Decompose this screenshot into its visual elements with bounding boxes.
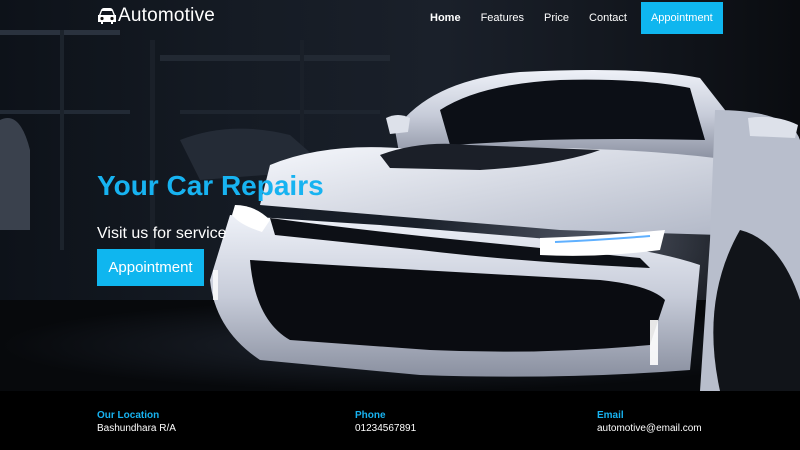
hero-title: Your Car Repairs bbox=[97, 170, 324, 201]
car-icon bbox=[98, 8, 116, 24]
phone-info: Phone 01234567891 bbox=[355, 410, 416, 436]
phone-value[interactable]: 01234567891 bbox=[355, 422, 416, 436]
nav-features-link[interactable]: Features bbox=[471, 2, 534, 34]
top-nav: Automotive Home Features Price Contact A… bbox=[0, 0, 800, 34]
nav-menu: Home Features Price Contact Appointment bbox=[420, 2, 723, 34]
nav-price-link[interactable]: Price bbox=[534, 2, 579, 34]
location-info: Our Location Bashundhara R/A bbox=[97, 410, 176, 436]
brand-name: Automotive bbox=[118, 5, 216, 26]
nav-contact-link[interactable]: Contact bbox=[579, 2, 637, 34]
email-value[interactable]: automotive@email.com bbox=[597, 422, 702, 436]
email-label: Email bbox=[597, 410, 624, 421]
location-value: Bashundhara R/A bbox=[97, 423, 176, 434]
location-label: Our Location bbox=[97, 410, 160, 421]
hero-subtitle: Visit us for service bbox=[97, 225, 227, 242]
brand-logo[interactable]: Automotive bbox=[97, 4, 215, 28]
nav-appointment-button[interactable]: Appointment bbox=[640, 2, 723, 34]
hero-section: Automotive Home Features Price Contact A… bbox=[0, 0, 800, 391]
phone-label: Phone bbox=[355, 410, 386, 421]
nav-home-link[interactable]: Home bbox=[420, 2, 471, 34]
hero-appointment-button[interactable]: Appointment bbox=[97, 249, 204, 286]
footer-info: Our Location Bashundhara R/A Phone 01234… bbox=[0, 391, 800, 450]
email-info: Email automotive@email.com bbox=[597, 410, 702, 436]
